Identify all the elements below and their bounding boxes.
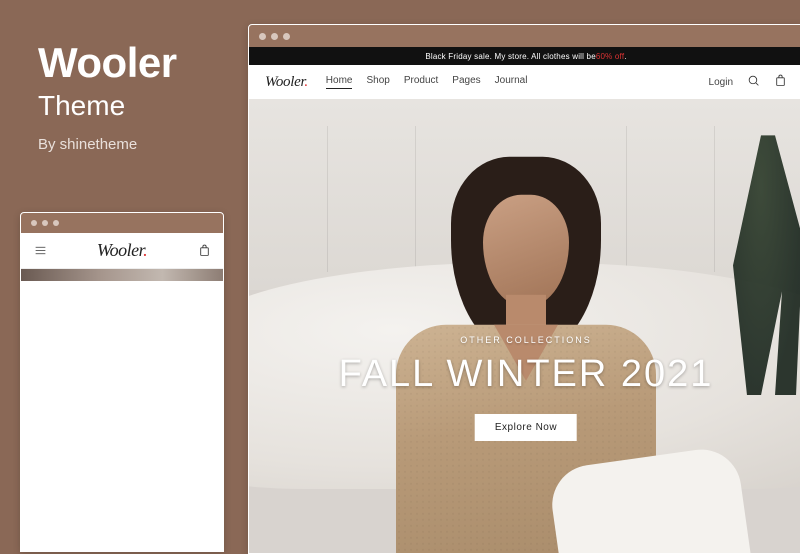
- brand-logo[interactable]: Wooler.: [97, 240, 147, 261]
- hero-eyebrow: OTHER COLLECTIONS: [277, 335, 776, 345]
- desktop-nav-bar: Wooler. Home Shop Product Pages Journal …: [249, 65, 800, 99]
- login-link[interactable]: Login: [709, 77, 733, 88]
- mobile-hero-strip: [21, 269, 223, 281]
- brand-logo-dot: .: [304, 74, 307, 90]
- announcement-bar: Black Friday sale. My store. All clothes…: [249, 47, 800, 65]
- hero-section: OTHER COLLECTIONS FALL WINTER 2021 Explo…: [249, 99, 800, 553]
- nav-left: Wooler. Home Shop Product Pages Journal: [265, 74, 527, 91]
- shopping-bag-icon[interactable]: [774, 74, 787, 90]
- nav-item-product[interactable]: Product: [404, 75, 438, 89]
- traffic-light-dot: [53, 220, 59, 226]
- announcement-percent: 60% off: [596, 52, 624, 61]
- explore-now-button[interactable]: Explore Now: [475, 414, 577, 441]
- desktop-preview-window: Black Friday sale. My store. All clothes…: [248, 24, 800, 554]
- hero-overlay: OTHER COLLECTIONS FALL WINTER 2021 Explo…: [277, 335, 776, 441]
- search-icon[interactable]: [747, 74, 760, 90]
- nav-menu: Home Shop Product Pages Journal: [326, 75, 528, 89]
- brand-logo[interactable]: Wooler.: [265, 74, 308, 91]
- shopping-bag-icon[interactable]: [195, 242, 213, 260]
- nav-item-journal[interactable]: Journal: [495, 75, 528, 89]
- traffic-light-dot: [31, 220, 37, 226]
- brand-logo-text: Wooler: [97, 240, 143, 260]
- traffic-light-dot: [259, 33, 266, 40]
- nav-item-home[interactable]: Home: [326, 75, 353, 89]
- hero-image: [249, 99, 800, 553]
- brand-logo-dot: .: [143, 240, 147, 260]
- traffic-light-dot: [283, 33, 290, 40]
- hamburger-menu-icon[interactable]: [31, 242, 49, 260]
- mobile-preview-window: Wooler.: [20, 212, 224, 552]
- theme-subtitle: Theme: [38, 90, 177, 122]
- brand-logo-text: Wooler: [265, 74, 304, 90]
- announcement-suffix: .: [624, 52, 626, 61]
- mobile-nav-bar: Wooler.: [21, 233, 223, 269]
- theme-byline: By shinetheme: [38, 136, 177, 153]
- nav-item-pages[interactable]: Pages: [452, 75, 480, 89]
- mobile-body: [21, 281, 223, 551]
- window-titlebar: [249, 25, 800, 47]
- traffic-light-dot: [42, 220, 48, 226]
- theme-title-block: Wooler Theme By shinetheme: [38, 42, 177, 153]
- announcement-prefix: Black Friday sale. My store. All clothes…: [425, 52, 596, 61]
- traffic-light-dot: [271, 33, 278, 40]
- nav-item-shop[interactable]: Shop: [366, 75, 389, 89]
- hero-title: FALL WINTER 2021: [277, 353, 776, 396]
- window-titlebar: [21, 213, 223, 233]
- theme-name: Wooler: [38, 42, 177, 84]
- nav-right: Login: [709, 74, 787, 90]
